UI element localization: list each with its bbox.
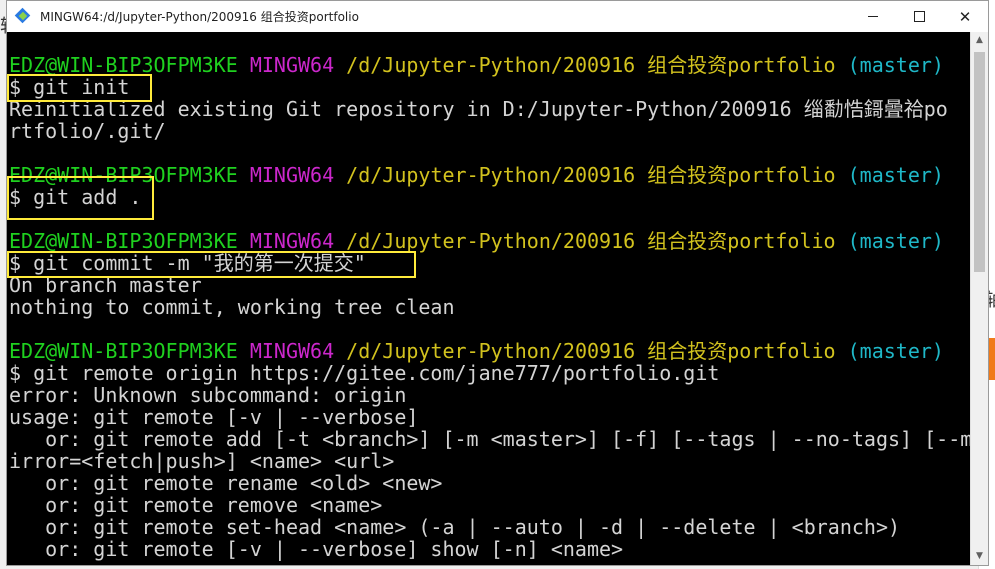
output-line: usage: git remote [-v | --verbose] <box>9 405 419 429</box>
output-line: $ git remote origin https://gitee.com/ja… <box>9 361 720 385</box>
highlight-git-init <box>7 74 152 102</box>
prompt-path: /d/Jupyter-Python/200916 组合投资portfolio <box>346 54 836 77</box>
output-line: irror=<fetch|push>] <name> <url> <box>9 449 395 473</box>
prompt-system: MINGW64 <box>249 163 335 187</box>
output-line: or: git remote [-v | --verbose] show [-n… <box>9 537 624 561</box>
scroll-up-icon[interactable]: ▲ <box>971 32 988 49</box>
window-title: MINGW64:/d/Jupyter-Python/200916 组合投资por… <box>40 10 359 24</box>
highlight-git-add <box>7 176 154 220</box>
output-line: error: Unknown subcommand: origin <box>9 383 407 407</box>
close-icon: ✕ <box>958 7 972 26</box>
prompt-user: EDZ@WIN-BIP3OFPM3KE <box>9 229 238 253</box>
vertical-scrollbar[interactable]: ▲ ▼ <box>970 32 988 565</box>
prompt-line: EDZ@WIN-BIP3OFPM3KE MINGW64 /d/Jupyter-P… <box>9 340 971 362</box>
prompt-branch: (master) <box>847 229 944 253</box>
terminal-output[interactable]: EDZ@WIN-BIP3OFPM3KE MINGW64 /d/Jupyter-P… <box>9 54 971 564</box>
output-line: or: git remote add [-t <branch>] [-m <ma… <box>9 427 971 451</box>
mingw-app-icon <box>14 7 32 25</box>
prompt-path: /d/Jupyter-Python/200916 组合投资portfolio <box>346 163 836 187</box>
prompt-path: /d/Jupyter-Python/200916 组合投资portfolio <box>346 229 836 253</box>
prompt-user: EDZ@WIN-BIP3OFPM3KE <box>9 339 238 363</box>
output-line: rtfolio/.git/ <box>9 119 166 143</box>
output-line: or: git remote remove <name> <box>9 493 383 517</box>
scroll-down-icon[interactable]: ▼ <box>971 548 988 565</box>
maximize-icon <box>913 11 925 22</box>
output-line: nothing to commit, working tree clean <box>9 295 455 319</box>
prompt-system: MINGW64 <box>249 54 335 77</box>
output-line: or: git remote rename <old> <new> <box>9 471 443 495</box>
output-line: $ git init <box>9 75 130 99</box>
title-bar[interactable]: MINGW64:/d/Jupyter-Python/200916 组合投资por… <box>7 1 988 32</box>
minimize-icon <box>868 16 878 17</box>
output-line: or: git remote set-head <name> (-a | --a… <box>9 515 901 539</box>
minimize-button[interactable] <box>850 1 896 32</box>
prompt-system: MINGW64 <box>249 339 335 363</box>
terminal-window: MINGW64:/d/Jupyter-Python/200916 组合投资por… <box>6 0 989 566</box>
maximize-button[interactable] <box>896 1 942 32</box>
prompt-branch: (master) <box>847 163 944 187</box>
prompt-path: /d/Jupyter-Python/200916 组合投资portfolio <box>346 339 836 363</box>
scroll-thumb[interactable] <box>974 52 985 272</box>
output-line: Reinitialized existing Git repository in… <box>9 97 948 121</box>
prompt-system: MINGW64 <box>249 229 335 253</box>
prompt-line: EDZ@WIN-BIP3OFPM3KE MINGW64 /d/Jupyter-P… <box>9 54 971 76</box>
prompt-branch: (master) <box>847 54 944 77</box>
close-button[interactable]: ✕ <box>942 1 988 32</box>
prompt-line: EDZ@WIN-BIP3OFPM3KE MINGW64 /d/Jupyter-P… <box>9 230 971 252</box>
highlight-git-commit <box>7 251 416 278</box>
prompt-branch: (master) <box>847 339 944 363</box>
